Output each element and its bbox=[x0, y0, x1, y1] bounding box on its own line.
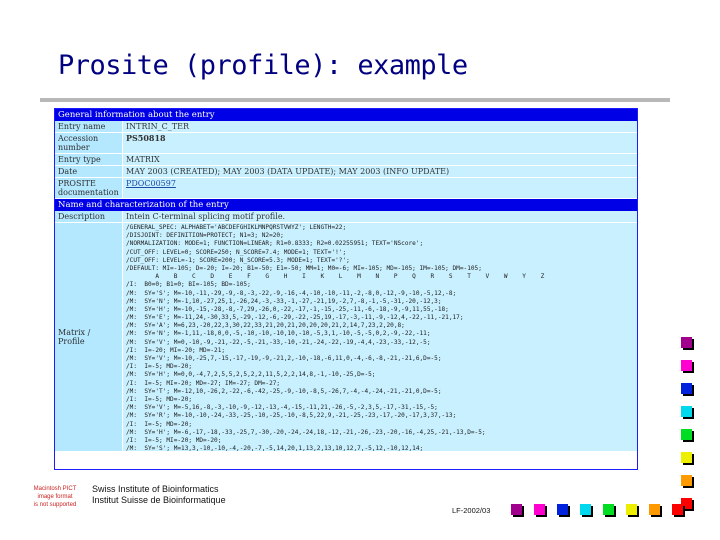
matrix-line: /M: SY='N'; M=-1,11,-18,0,0,-5,-10,-10,-… bbox=[126, 330, 431, 338]
name-characterization-header: Name and characterization of the entry bbox=[55, 199, 637, 211]
matrix-line: /DISJOINT: DEFINITION=PROTECT; N1=3; N2=… bbox=[126, 232, 284, 240]
decorative-square bbox=[681, 475, 692, 486]
matrix-label: Matrix / Profile bbox=[55, 223, 123, 451]
matrix-line: /M: SY='H'; M=-10,-15,-28,-8,-7,29,-26,0… bbox=[126, 305, 449, 313]
slide-title: Prosite (profile): example bbox=[58, 50, 468, 81]
entry-row-label: Entry type bbox=[55, 154, 123, 165]
missing-image-line: Macintosh PICT bbox=[33, 486, 77, 492]
general-info-rows: Entry name INTRIN_C_TER Accession number PS… bbox=[55, 121, 637, 199]
decorative-square bbox=[672, 504, 683, 515]
matrix-line: /M: SY='V'; M=-5,16,-8,-3,-10,-9,-12,-13… bbox=[126, 404, 438, 412]
matrix-line: /M: SY='S'; M=13,3,-10,-10,-4,-20,-7,-5,… bbox=[126, 445, 424, 451]
matrix-line: /CUT_OFF: LEVEL=0; SCORE=250; N_SCORE=7.… bbox=[126, 248, 347, 256]
matrix-line: /GENERAL_SPEC: ALPHABET='ABCDEFGHIKLMNPQ… bbox=[126, 224, 347, 231]
entry-row-label: Accession number bbox=[55, 133, 123, 153]
matrix-line: /I: I=-5; MI=-20; MD=-20; bbox=[126, 436, 222, 444]
matrix-line: /I: B0=0; B1=0; BI=-105; BD=-105; bbox=[126, 281, 251, 289]
matrix-line: /M: SY='H'; M=-6,-17,-18,-33,-25,7,-30,-… bbox=[126, 428, 486, 436]
decorative-square bbox=[681, 360, 692, 371]
description-value: Intein C-terminal splicing motif profile… bbox=[123, 211, 637, 222]
decorative-square bbox=[681, 383, 692, 394]
matrix-profile-text: /GENERAL_SPEC: ALPHABET='ABCDEFGHIKLMNPQ… bbox=[123, 223, 637, 451]
documentation-link[interactable]: PDOC00597 bbox=[123, 178, 637, 198]
matrix-line: /M: SY='H'; M=0,0,-4,7,2,5,5,2,5,2,2,11,… bbox=[126, 371, 376, 379]
decorative-square bbox=[626, 504, 637, 515]
matrix-line: /DEFAULT: MI=-105; D=-20; I=-20; B1=-50;… bbox=[126, 264, 482, 272]
description-row: Description Intein C-terminal splicing m… bbox=[55, 211, 637, 223]
matrix-line: /I: I=-5; MI=-20; MD=-27; IM=-27; DM=-27… bbox=[126, 379, 281, 387]
matrix-line: /M: SY='S'; M=-10,-11,-29,-9,-8,-3,-22,-… bbox=[126, 289, 457, 297]
matrix-line: A B C D E F G H I K L M N P Q R S T V W … bbox=[126, 273, 545, 281]
decorative-square bbox=[681, 452, 692, 463]
entry-row: PROSITE documentation PDOC00597 bbox=[55, 178, 637, 199]
institute-name: Swiss Institute of Bioinformatics Instit… bbox=[92, 484, 226, 506]
missing-image-line: is not supported bbox=[33, 502, 77, 508]
matrix-line: /CUT_OFF: LEVEL=-1; SCORE=200; N_SCORE=5… bbox=[126, 256, 350, 264]
decorative-square bbox=[580, 504, 591, 515]
entry-row-value: MAY 2003 (CREATED); MAY 2003 (DATA UPDAT… bbox=[123, 166, 637, 177]
matrix-line: /I: I=-5; MD=-20; bbox=[126, 395, 193, 403]
decorative-square bbox=[557, 504, 568, 515]
entry-row: Entry name INTRIN_C_TER bbox=[55, 121, 637, 133]
description-label: Description bbox=[55, 211, 123, 222]
matrix-line: /M: SY='A'; M=6,23,-20,22,3,30,22,33,21,… bbox=[126, 322, 405, 330]
decorative-square bbox=[681, 406, 692, 417]
matrix-row: Matrix / Profile /GENERAL_SPEC: ALPHABET… bbox=[55, 223, 637, 451]
matrix-line: /M: SY='E'; M=-11,24,-30,33,5,-29,-12,-6… bbox=[126, 314, 464, 322]
matrix-line: /I: I=-20; MI=-20; MD=-21; bbox=[126, 346, 226, 354]
unsupported-image-placeholder: Macintosh PICT image format is not suppo… bbox=[26, 485, 84, 511]
institute-name-en: Swiss Institute of Bioinformatics bbox=[92, 484, 219, 494]
title-rule bbox=[40, 98, 670, 102]
entry-row: Date MAY 2003 (CREATED); MAY 2003 (DATA U… bbox=[55, 166, 637, 178]
missing-image-line: image format bbox=[37, 494, 73, 500]
prosite-entry-panel: General information about the entry Entr… bbox=[54, 108, 638, 470]
institute-name-fr: Institut Suisse de Bioinformatique bbox=[92, 495, 226, 505]
entry-row: Accession number PS50818 bbox=[55, 133, 637, 154]
entry-row-value: MATRIX bbox=[123, 154, 637, 165]
entry-row: Entry type MATRIX bbox=[55, 154, 637, 166]
entry-row-value: INTRIN_C_TER bbox=[123, 121, 637, 132]
slide-reference: LF-2002/03 bbox=[452, 506, 491, 515]
matrix-line: /M: SY='T'; M=-12,10,-26,2,-22,-6,-42,-2… bbox=[126, 387, 442, 395]
decorative-square bbox=[511, 504, 522, 515]
decorative-square bbox=[534, 504, 545, 515]
general-info-header: General information about the entry bbox=[55, 109, 637, 121]
matrix-line: /M: SY='V'; M=-10,-25,7,-15,-17,-19,-9,-… bbox=[126, 355, 442, 362]
decorative-square bbox=[681, 429, 692, 440]
matrix-line: /M: SY='R'; M=-10,-10,-24,-33,-25,-10,-2… bbox=[126, 412, 457, 420]
matrix-line: /I: I=-5; MD=-20; bbox=[126, 420, 193, 428]
matrix-line: /I: I=-5; MD=-20; bbox=[126, 363, 193, 371]
matrix-line: /M: SY='N'; M=-1,10,-27,25,1,-26,24,-3,-… bbox=[126, 297, 442, 305]
matrix-line: /NORMALIZATION: MODE=1; FUNCTION=LINEAR;… bbox=[126, 240, 424, 248]
entry-row-label: PROSITE documentation bbox=[55, 178, 123, 198]
decorative-square bbox=[681, 337, 692, 348]
decorative-square bbox=[603, 504, 614, 515]
entry-row-value: PS50818 bbox=[123, 133, 637, 153]
decorative-square bbox=[649, 504, 660, 515]
matrix-line: /M: SY='V'; M=0,-10,-9,-21,-22,-5,-21,-3… bbox=[126, 338, 431, 346]
entry-row-label: Entry name bbox=[55, 121, 123, 132]
entry-row-label: Date bbox=[55, 166, 123, 177]
